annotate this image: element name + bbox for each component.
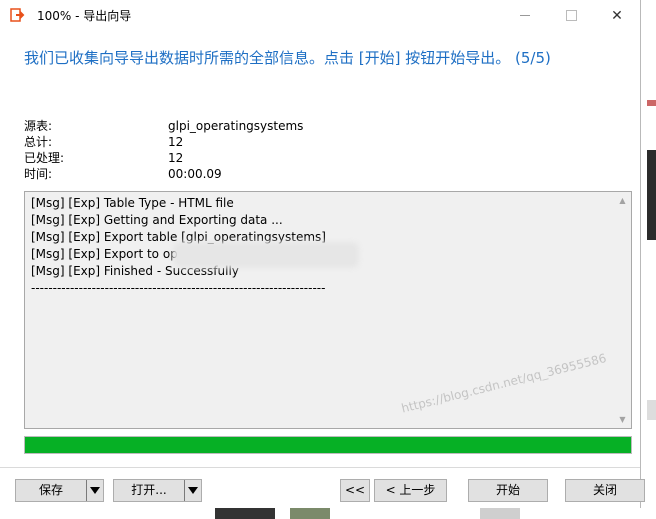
summary-value: 00:00.09 <box>168 167 222 181</box>
summary-label: 源表: <box>24 119 53 133</box>
window-title: 100% - 导出向导 <box>37 9 132 23</box>
log-line: [Msg] [Exp] Export table [glpi_operating… <box>31 230 326 244</box>
background-window-edge <box>641 0 656 519</box>
open-button-label: 打开... <box>131 483 167 497</box>
log-line: [Msg] [Exp] Getting and Exporting data .… <box>31 213 283 227</box>
open-button[interactable]: 打开... <box>113 479 202 502</box>
log-line: [Msg] [Exp] Finished - Successfully <box>31 264 239 278</box>
scroll-down-arrow-icon[interactable]: ▼ <box>614 411 631 428</box>
summary-label: 总计: <box>24 135 53 149</box>
summary-value: 12 <box>168 135 184 149</box>
minimize-icon <box>520 15 530 16</box>
maximize-icon <box>565 10 577 21</box>
summary-value: glpi_operatingsystems <box>168 119 304 133</box>
export-wizard-window: 100% - 导出向导 ✕ 我们已收集向导导出数据时所需的全部信息。点击 [开始… <box>0 0 645 508</box>
progress-fill <box>25 437 631 453</box>
chevron-down-icon <box>188 487 198 494</box>
summary-value: 12 <box>168 151 184 165</box>
previous-step-button[interactable]: < 上一步 <box>374 479 447 502</box>
save-button[interactable]: 保存 <box>15 479 104 502</box>
export-log[interactable]: [Msg] [Exp] Table Type - HTML file [Msg]… <box>24 191 632 429</box>
start-button[interactable]: 开始 <box>468 479 548 502</box>
footer-divider <box>0 467 640 468</box>
summary-label: 时间: <box>24 167 53 181</box>
close-button[interactable]: 关闭 <box>565 479 645 502</box>
log-line: [Msg] [Exp] Table Type - HTML file <box>31 196 234 210</box>
chevron-down-icon <box>90 487 100 494</box>
background-taskbar-strip <box>0 508 656 519</box>
first-step-button[interactable]: << <box>340 479 370 502</box>
redacted-path-blur <box>177 246 355 264</box>
close-window-button[interactable]: ✕ <box>594 0 640 31</box>
save-button-label: 保存 <box>38 483 63 497</box>
title-bar[interactable]: 100% - 导出向导 ✕ <box>0 0 640 31</box>
log-line: ----------------------------------------… <box>31 281 326 295</box>
save-dropdown-arrow[interactable] <box>86 480 103 501</box>
screen: 100% - 导出向导 ✕ 我们已收集向导导出数据时所需的全部信息。点击 [开始… <box>0 0 656 519</box>
maximize-button[interactable] <box>548 0 594 31</box>
close-icon: ✕ <box>611 7 623 24</box>
minimize-button[interactable] <box>502 0 548 31</box>
scroll-up-arrow-icon[interactable]: ▲ <box>614 192 631 209</box>
wizard-step-heading: 我们已收集向导导出数据时所需的全部信息。点击 [开始] 按钮开始导出。 (5/5… <box>24 49 551 67</box>
open-dropdown-arrow[interactable] <box>184 480 201 501</box>
export-wizard-icon <box>10 8 25 22</box>
export-progress-bar <box>24 436 632 454</box>
log-vertical-scrollbar[interactable]: ▲ ▼ <box>614 192 631 428</box>
summary-label: 已处理: <box>24 151 65 165</box>
